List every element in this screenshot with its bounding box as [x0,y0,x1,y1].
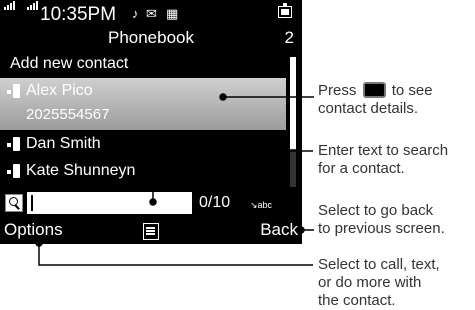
input-mode-label: abc [257,200,273,210]
add-new-contact-label: Add new contact [10,55,129,72]
callout-text: contact details. [318,100,419,117]
callout-search: Enter text to search for a contact. [318,142,448,178]
title-bar: Phonebook 2 [0,26,302,50]
callout-text: Press [318,82,357,99]
callout-text: the contact. [318,292,396,309]
contact-count: 2 [284,28,294,47]
battery-icon [278,3,292,18]
add-new-contact-item[interactable]: Add new contact [0,51,286,77]
options-softkey[interactable]: Options [4,220,63,240]
text-cursor [31,195,33,211]
mobile-phone-icon [7,137,21,152]
callout-text: to previous screen. [318,220,445,237]
search-bar: 0/10 ↘abc [0,190,302,216]
callout-text: for a contact. [318,160,405,177]
phone-screen: 10:35PM ♪ ✉ ▦ Phonebook 2 Add new contac… [0,0,302,244]
softkey-bar: Options Back [0,218,302,244]
contact-name: Alex Pico [26,82,93,99]
music-note-icon: ♪ [132,6,139,21]
callout-text: to see [391,82,433,99]
clock: 10:35PM [40,4,117,25]
leader-line-options [38,243,313,266]
page-title: Phonebook [107,28,195,47]
contact-name: Kate Shunneyn [26,162,136,179]
callout-text: Select to call, text, [318,256,440,273]
menu-icon[interactable] [143,223,159,240]
callout-text: Select to go back [318,202,434,219]
callout-text: Enter text to search [318,142,449,159]
status-bar: 10:35PM ♪ ✉ ▦ [0,0,302,26]
character-counter: 0/10 [199,194,231,211]
callout-text: or do more with [318,274,422,291]
input-mode-indicator: ↘abc [250,200,273,210]
search-icon [5,194,23,212]
mobile-phone-icon [7,84,21,99]
message-icon: ✉ [146,6,157,21]
center-key-icon [362,82,386,98]
search-input[interactable] [27,192,192,214]
contact-item-alex-pico[interactable]: Alex Pico 2025554567 [0,78,286,130]
contact-item-dan-smith[interactable]: Dan Smith [0,131,286,157]
contact-name: Dan Smith [26,135,101,152]
contact-number: 2025554567 [26,106,110,123]
voicemail-icon: ▦ [166,6,179,21]
list-scrollbar[interactable] [290,57,296,187]
scrollbar-thumb[interactable] [290,57,296,149]
contact-item-kate-shunneyn[interactable]: Kate Shunneyn [0,158,286,184]
callout-options: Select to call, text, or do more with th… [318,256,440,310]
back-softkey[interactable]: Back [260,220,298,240]
mobile-phone-icon [7,164,21,179]
callout-contact-details: Press to see contact details. [318,82,433,118]
callout-back: Select to go back to previous screen. [318,202,445,238]
